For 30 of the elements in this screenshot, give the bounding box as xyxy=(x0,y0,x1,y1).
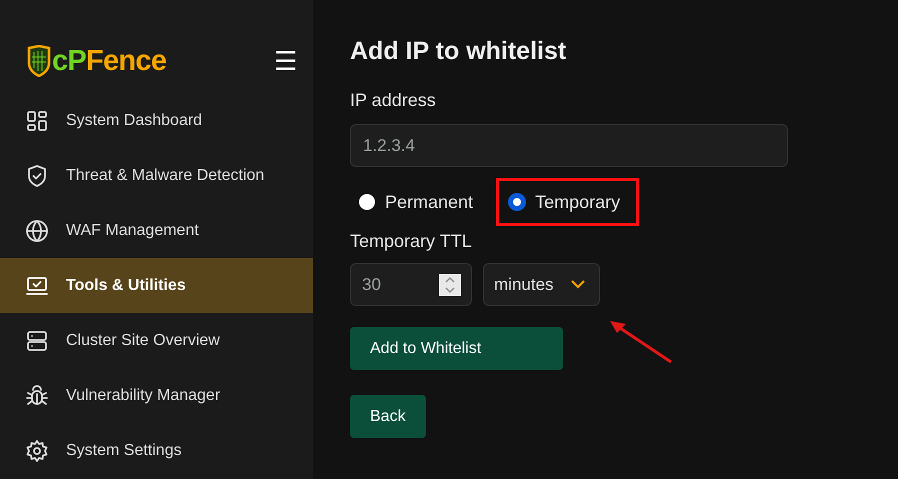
sidebar-item[interactable]: Tools & Utilities xyxy=(0,258,313,313)
sidebar-item[interactable]: Cluster Site Overview xyxy=(0,313,313,368)
unit-dropdown[interactable]: minutes xyxy=(483,263,600,306)
settings-icon xyxy=(25,438,49,462)
sidebar-item[interactable]: System Settings xyxy=(0,423,313,478)
bug-icon xyxy=(25,384,49,408)
radio-label[interactable]: Permanent xyxy=(385,188,474,216)
field-label: IP address xyxy=(350,89,437,111)
ttl-number-field[interactable]: 30 xyxy=(350,263,472,306)
chevron-down-icon xyxy=(571,280,585,289)
page-title: Add IP to whitelist xyxy=(350,36,568,66)
radio-label[interactable]: Temporary xyxy=(535,188,620,216)
field-label: Temporary TTL xyxy=(350,230,473,252)
sidebar-item[interactable]: WAF Management xyxy=(0,203,313,258)
globe-icon xyxy=(25,218,49,242)
shield-logo-icon xyxy=(27,45,51,77)
spinner-icon[interactable] xyxy=(439,274,461,296)
logo-text: cPFence xyxy=(52,46,166,76)
sidebar-item[interactable]: Threat & Malware Detection xyxy=(0,148,313,203)
add-button[interactable]: Add to Whitelist xyxy=(350,327,563,370)
sidebar-item[interactable]: Vulnerability Manager xyxy=(0,368,313,423)
grid-icon xyxy=(25,108,49,132)
server-icon xyxy=(25,328,49,352)
ip-address-field[interactable]: 1.2.3.4 xyxy=(350,124,788,167)
radio-button[interactable] xyxy=(359,194,375,210)
radio-button[interactable] xyxy=(509,194,526,210)
shield-icon xyxy=(25,164,49,188)
sidebar-item[interactable]: System Dashboard xyxy=(0,93,313,148)
back-button[interactable]: Back xyxy=(350,395,426,438)
annotation-arrow xyxy=(610,321,672,364)
